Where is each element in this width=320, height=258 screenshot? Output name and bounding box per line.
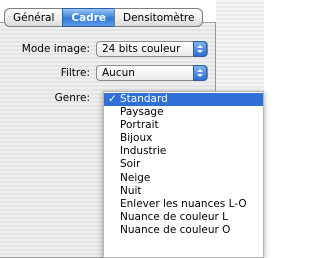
menu-item-nuit[interactable]: Nuit: [104, 185, 263, 198]
menu-item-portrait[interactable]: Portrait: [104, 119, 263, 132]
menu-item-neige[interactable]: Neige: [104, 172, 263, 185]
filtre-label: Filtre:: [60, 67, 90, 79]
checkmark-icon: ✓: [108, 93, 117, 105]
tab-densitometre[interactable]: Densitomètre: [114, 8, 204, 27]
menu-item-enlever-nuances[interactable]: Enlever les nuances L-O: [104, 198, 263, 211]
menu-item-soir[interactable]: Soir: [104, 158, 263, 171]
menu-item-standard[interactable]: ✓ Standard: [104, 93, 263, 107]
menu-item-bijoux[interactable]: Bijoux: [104, 132, 263, 145]
filtre-row: Filtre: Aucun: [0, 65, 208, 81]
menu-item-nuance-o[interactable]: Nuance de couleur O: [104, 224, 263, 237]
mode-image-label: Mode image:: [21, 43, 90, 55]
mode-image-popup[interactable]: 24 bits couleur: [96, 41, 208, 57]
mode-image-value: 24 bits couleur: [102, 43, 181, 55]
filtre-value: Aucun: [102, 67, 135, 79]
filtre-popup[interactable]: Aucun: [96, 65, 208, 81]
popup-arrows-icon: [193, 65, 207, 81]
tab-general[interactable]: Général: [4, 8, 63, 27]
genre-label: Genre:: [54, 92, 90, 104]
genre-row: Genre:: [0, 92, 96, 104]
popup-arrows-icon: [193, 41, 207, 57]
menu-item-paysage[interactable]: Paysage: [104, 106, 263, 119]
menu-item-industrie[interactable]: Industrie: [104, 145, 263, 158]
mode-image-row: Mode image: 24 bits couleur: [0, 41, 208, 57]
tab-bar: Général Cadre Densitomètre: [4, 8, 204, 27]
menu-item-nuance-l[interactable]: Nuance de couleur L: [104, 211, 263, 224]
tab-cadre[interactable]: Cadre: [62, 8, 114, 27]
genre-dropdown-menu: ✓ Standard Paysage Portrait Bijoux Indust…: [103, 91, 264, 258]
